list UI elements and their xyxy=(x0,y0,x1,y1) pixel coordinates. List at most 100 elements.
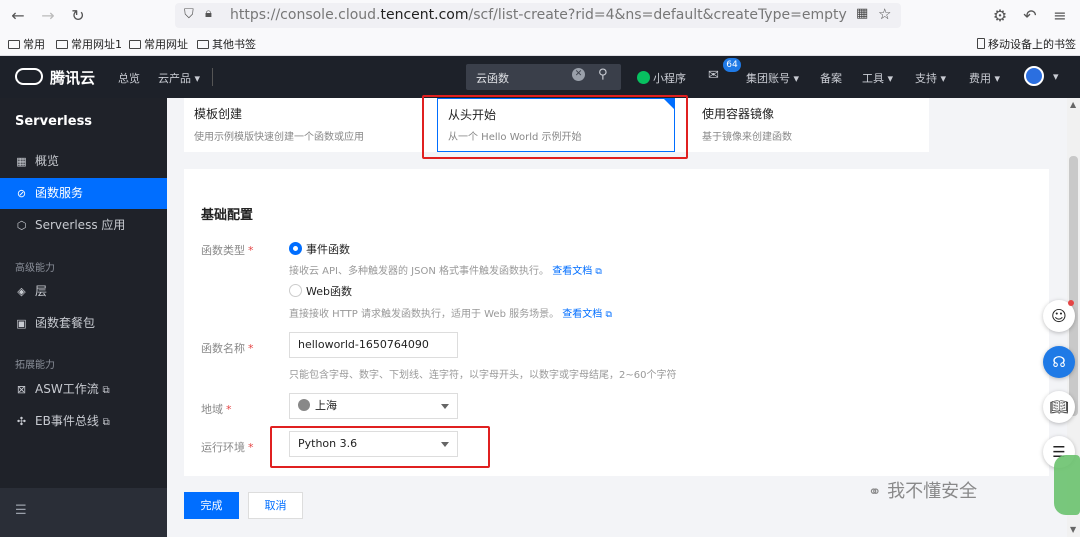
headset-support-icon[interactable]: ☊ xyxy=(1043,346,1075,378)
mail-icon[interactable]: ✉ xyxy=(708,68,719,83)
cancel-button[interactable]: 取消 xyxy=(248,492,303,519)
sidebar: Serverless ▦ 概览 ⊘ 函数服务 ⬡ Serverless 应用 高级能力… xyxy=(0,98,167,537)
function-name-hint: 只能包含字母、数字、下划线、连字符，以字母开头，以数字或字母结尾，2~60个字符 xyxy=(289,370,677,381)
address-bar[interactable]: ⛉ 🔒︎ https://console.cloud.tencent.com/s… xyxy=(175,3,901,28)
sidebar-item-functions[interactable]: ⊘ 函数服务 xyxy=(0,178,167,209)
forward-icon[interactable]: → xyxy=(38,6,58,26)
external-link-icon: ⧉ xyxy=(102,417,110,428)
grid-icon: ▦ xyxy=(16,155,27,168)
docs-link[interactable]: 查看文档 xyxy=(562,309,602,320)
highlight-box xyxy=(422,95,688,159)
web-function-label[interactable]: Web函数 xyxy=(306,283,352,299)
nav-beian[interactable]: 备案 xyxy=(820,70,842,86)
cloud-logo-icon xyxy=(15,68,43,85)
scroll-down-icon[interactable]: ▼ xyxy=(1070,525,1076,534)
radio-web-function[interactable] xyxy=(289,284,302,297)
wechat-icon: ⚭ xyxy=(868,482,882,501)
function-icon: ⊘ xyxy=(16,187,27,200)
nav-miniprogram[interactable]: 小程序 xyxy=(637,70,686,86)
clear-icon[interactable]: ✕ xyxy=(572,68,585,81)
miniprogram-icon xyxy=(637,71,650,84)
sidebar-group-label: 高级能力 xyxy=(15,263,55,274)
option-template[interactable]: 模板创建 使用示例模版快速创建一个函数或应用 xyxy=(194,105,364,143)
folder-icon xyxy=(129,40,141,49)
extension-icon[interactable]: ⚙ xyxy=(990,6,1010,26)
shield-icon: ⛉ xyxy=(184,7,194,22)
sidebar-item-eventbus[interactable]: ✣ EB事件总线 ⧉ xyxy=(0,406,167,437)
option-container-image[interactable]: 使用容器镜像 基于镜像来创建函数 xyxy=(702,105,792,143)
book-docs-icon[interactable]: 📖︎ xyxy=(1043,391,1075,423)
notification-dot xyxy=(1068,300,1074,306)
nav-overview[interactable]: 总览 xyxy=(118,70,140,86)
package-icon: ▣ xyxy=(16,317,27,330)
nav-products[interactable]: 云产品 ▾ xyxy=(158,70,200,86)
bookmark-folder[interactable]: 常用 xyxy=(8,36,45,52)
menu-icon[interactable]: ≡ xyxy=(1050,6,1070,26)
brand-logo[interactable]: 腾讯云 xyxy=(50,67,95,88)
runtime-label: 运行环境 * xyxy=(201,441,254,454)
phone-icon xyxy=(977,38,985,49)
bookmarks-bar: 常用 常用网址1 常用网址 其他书签 移动设备上的书签 xyxy=(0,32,1080,56)
web-function-hint: 直接接收 HTTP 请求触发函数执行，适用于 Web 服务场景。 查看文档 ⧉ xyxy=(289,309,612,320)
done-button[interactable]: 完成 xyxy=(184,492,239,519)
highlight-box xyxy=(270,426,490,468)
mobile-bookmarks[interactable]: 移动设备上的书签 xyxy=(977,36,1076,52)
eventbus-icon: ✣ xyxy=(16,415,27,428)
external-link-icon: ⧉ xyxy=(102,385,110,396)
region-label: 地域 * xyxy=(201,403,232,416)
undo-icon[interactable]: ↶ xyxy=(1020,6,1040,26)
sidebar-item-asw[interactable]: ⊠ ASW工作流 ⧉ xyxy=(0,374,167,405)
scrollbar-thumb[interactable] xyxy=(1069,156,1078,416)
region-select[interactable]: 上海 xyxy=(289,393,458,419)
layers-icon: ◈ xyxy=(17,285,26,298)
url-text: https://console.cloud.tencent.com/scf/li… xyxy=(230,7,847,23)
folder-icon xyxy=(56,40,68,49)
radio-event-function[interactable] xyxy=(289,242,302,255)
reload-icon[interactable]: ↻ xyxy=(68,6,88,26)
lock-icon: 🔒︎ xyxy=(205,6,212,21)
star-icon[interactable]: ☆ xyxy=(878,5,891,23)
mascot-image xyxy=(1054,455,1080,515)
workflow-icon: ⊠ xyxy=(16,383,27,396)
watermark: ⚭ 我不懂安全 xyxy=(868,481,978,502)
function-name-input[interactable]: helloworld-1650764090 xyxy=(289,332,458,358)
globe-icon xyxy=(298,399,310,411)
chevron-down-icon xyxy=(441,404,449,409)
search-icon[interactable]: ⚲ xyxy=(598,67,608,82)
sidebar-item-layers[interactable]: ◈ 层 xyxy=(0,276,167,307)
message-count-badge: 64 xyxy=(723,58,741,72)
nav-group-account[interactable]: 集团账号 ▾ xyxy=(746,70,799,86)
browser-toolbar: ← → ↻ ⛉ 🔒︎ https://console.cloud.tencent… xyxy=(0,0,1080,32)
search-input[interactable]: 云函数 ✕ ⚲ xyxy=(466,64,621,90)
divider xyxy=(212,68,213,86)
bookmark-folder[interactable]: 其他书签 xyxy=(197,36,256,52)
sidebar-group-label: 拓展能力 xyxy=(15,360,55,371)
console-header: 腾讯云 总览 云产品 ▾ 云函数 ✕ ⚲ 小程序 ✉ 64 集团账号 ▾ 备案 … xyxy=(0,56,1080,98)
chevron-down-icon[interactable]: ▾ xyxy=(1053,70,1059,83)
function-type-label: 函数类型 * xyxy=(201,244,254,257)
scroll-up-icon[interactable]: ▲ xyxy=(1070,100,1076,109)
event-function-label[interactable]: 事件函数 xyxy=(306,241,350,257)
folder-icon xyxy=(197,40,209,49)
sidebar-item-overview[interactable]: ▦ 概览 xyxy=(0,146,167,177)
bookmark-folder[interactable]: 常用网址1 xyxy=(56,36,122,52)
function-name-label: 函数名称 * xyxy=(201,342,254,355)
bookmark-folder[interactable]: 常用网址 xyxy=(129,36,188,52)
folder-icon xyxy=(8,40,20,49)
nav-support[interactable]: 支持 ▾ xyxy=(915,70,946,86)
nav-billing[interactable]: 费用 ▾ xyxy=(969,70,1000,86)
qr-code-icon[interactable]: ▦ xyxy=(856,6,868,21)
external-link-icon: ⧉ xyxy=(595,267,602,277)
section-title: 基础配置 xyxy=(201,208,254,223)
back-icon[interactable]: ← xyxy=(8,6,28,26)
nav-tools[interactable]: 工具 ▾ xyxy=(862,70,893,86)
event-function-hint: 接收云 API、多种触发器的 JSON 格式事件触发函数执行。 查看文档 ⧉ xyxy=(289,266,602,277)
docs-link[interactable]: 查看文档 xyxy=(552,266,592,277)
sidebar-item-serverless-app[interactable]: ⬡ Serverless 应用 xyxy=(0,210,167,241)
collapse-sidebar-icon[interactable]: ☰ xyxy=(15,503,27,518)
sidebar-item-packages[interactable]: ▣ 函数套餐包 xyxy=(0,308,167,339)
avatar[interactable] xyxy=(1024,66,1044,86)
main-content: 模板创建 使用示例模版快速创建一个函数或应用 使用容器镜像 基于镜像来创建函数 … xyxy=(167,98,1067,537)
sidebar-footer: ☰ xyxy=(0,488,167,537)
external-link-icon: ⧉ xyxy=(605,310,612,320)
